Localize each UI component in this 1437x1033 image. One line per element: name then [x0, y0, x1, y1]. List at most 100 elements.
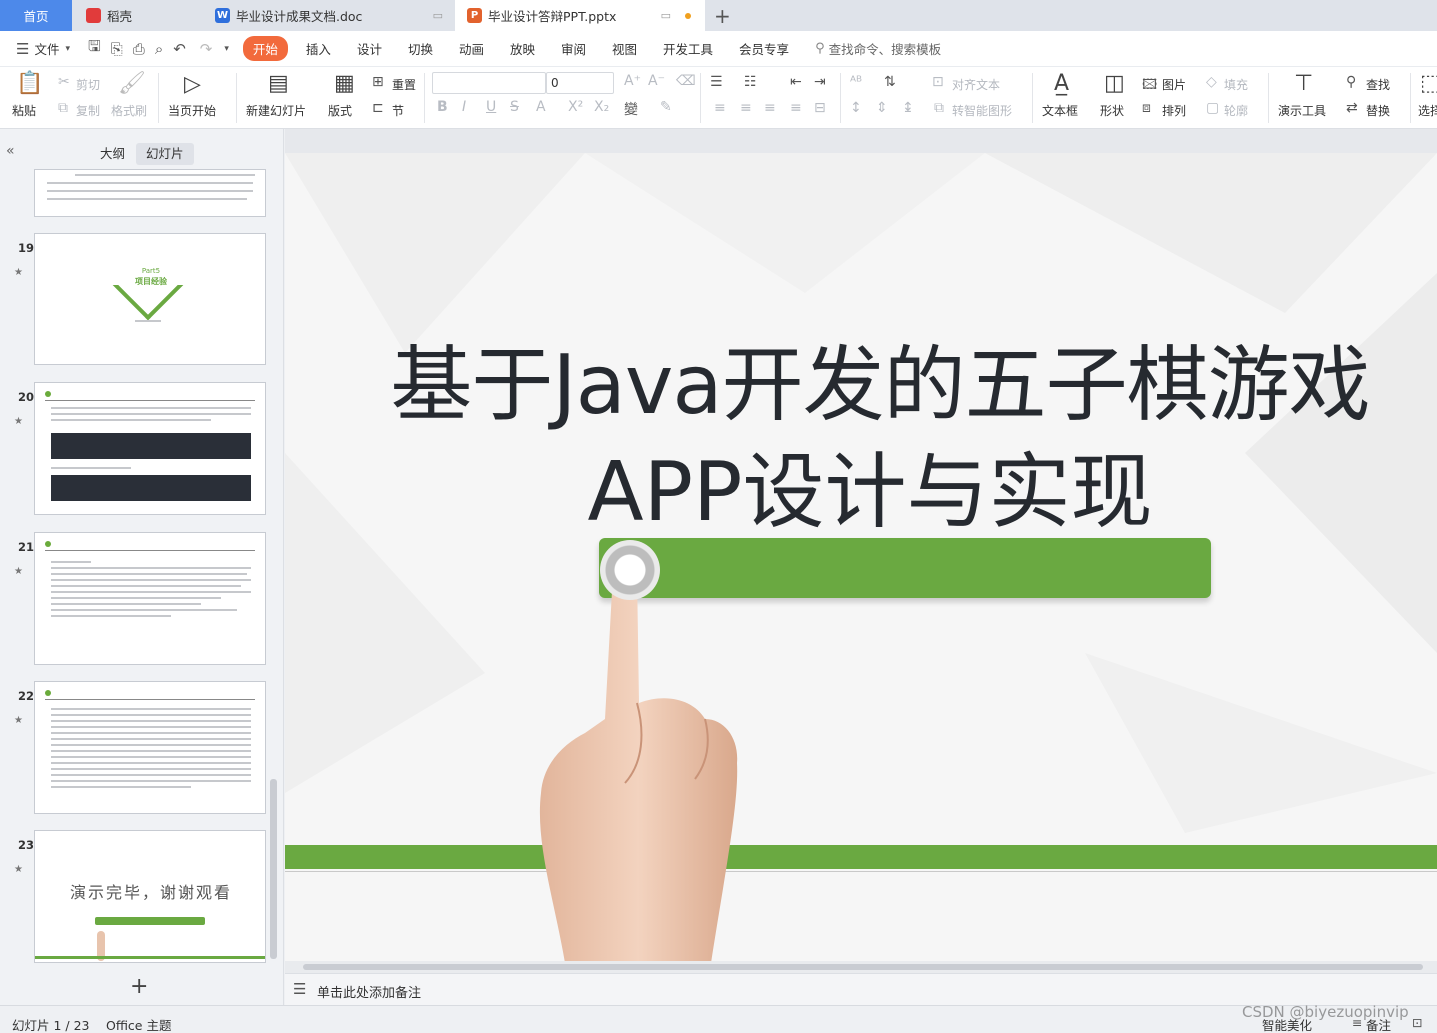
add-slide-plus-icon[interactable]: + — [130, 974, 148, 999]
bold-icon[interactable]: B — [437, 99, 448, 115]
clear-format-icon[interactable]: ⌫ — [676, 73, 696, 89]
new-slide-button[interactable]: 新建幻灯片 — [246, 102, 306, 119]
reset-button[interactable]: 重置 — [392, 76, 416, 93]
slide-title-line-1[interactable]: 基于Java开发的五子棋游戏 — [285, 318, 1437, 437]
select-button[interactable]: 选择 — [1418, 102, 1437, 119]
undo-icon[interactable]: ↶ — [173, 40, 186, 58]
font-color-icon[interactable]: A — [536, 99, 546, 115]
comment-icon[interactable]: ⊡ — [1412, 1015, 1422, 1030]
tab-outline[interactable]: 大纲 — [90, 143, 135, 165]
increase-indent-icon[interactable]: ⇥ — [814, 74, 826, 90]
shape-button[interactable]: 形状 — [1100, 102, 1124, 119]
picture-button[interactable]: 图片 — [1162, 76, 1186, 93]
underline-icon[interactable]: U — [486, 99, 496, 115]
strikethrough-icon[interactable]: S — [510, 99, 519, 115]
tab-docer[interactable]: 稻壳 — [72, 0, 202, 31]
print-preview-icon[interactable]: ⌕ — [155, 40, 163, 58]
align-center-icon[interactable]: ≡ — [740, 100, 752, 116]
align-left-icon[interactable]: ≡ — [714, 100, 726, 116]
quick-access-dropdown-icon[interactable]: ▾ — [224, 44, 229, 54]
slide-thumbnail-18[interactable] — [34, 169, 266, 217]
font-name-select[interactable] — [432, 72, 546, 94]
scrollbar-thumb[interactable] — [303, 964, 1423, 970]
sort-icon[interactable]: ⇅ — [884, 74, 896, 90]
current-slide[interactable]: 基于Java开发的五子棋游戏 APP设计与实现 — [285, 153, 1437, 961]
arrange-button[interactable]: 排列 — [1162, 102, 1186, 119]
slide-thumbnail-22[interactable] — [34, 681, 266, 814]
replace-button[interactable]: 替换 — [1366, 102, 1390, 119]
justify-icon[interactable]: ≡ — [790, 100, 802, 116]
new-tab-plus-icon[interactable]: + — [714, 4, 731, 28]
notes-pane[interactable]: ☰ 单击此处添加备注 — [285, 973, 1437, 1005]
spacing-more-icon[interactable]: ↨ — [902, 100, 914, 116]
presentation-tools-button[interactable]: 演示工具 — [1278, 102, 1326, 119]
increase-font-icon[interactable]: A⁺ — [624, 73, 641, 89]
tab-doc-window-icon[interactable]: ▭ — [433, 9, 443, 22]
menu-member[interactable]: 会员专享 — [739, 39, 789, 58]
italic-icon[interactable]: I — [462, 99, 466, 115]
find-button[interactable]: 查找 — [1366, 76, 1390, 93]
play-from-current-button[interactable]: 当页开始 — [168, 102, 216, 119]
subscript-icon[interactable]: X₂ — [594, 99, 609, 115]
file-dropdown-icon[interactable]: ▾ — [65, 44, 70, 54]
tab-doc[interactable]: W 毕业设计成果文档.doc ▭ — [203, 0, 453, 31]
export-pdf-icon[interactable]: ⎘ — [111, 40, 123, 58]
menu-slideshow[interactable]: 放映 — [510, 39, 535, 58]
menu-design[interactable]: 设计 — [357, 39, 382, 58]
phonetic-icon[interactable]: 變 — [624, 99, 638, 119]
tab-slides[interactable]: 幻灯片 — [136, 143, 194, 165]
slide-thumbnail-21[interactable] — [34, 532, 266, 665]
menu-insert[interactable]: 插入 — [306, 39, 331, 58]
menu-file[interactable]: 文件 — [34, 39, 59, 58]
horizontal-scrollbar[interactable] — [285, 961, 1437, 973]
align-text-button[interactable]: 对齐文本 — [952, 76, 1000, 93]
cut-button[interactable]: 剪切 — [76, 76, 100, 93]
command-search-input[interactable]: 查找命令、搜索模板 — [829, 39, 942, 58]
bullet-list-icon[interactable]: ☰ — [710, 74, 723, 90]
slide-thumbnail-23[interactable]: 演示完毕，谢谢观看 — [34, 830, 266, 963]
text-direction-icon[interactable]: ᴬᴮ — [850, 74, 862, 90]
hamburger-menu-icon[interactable]: ☰ — [16, 40, 29, 58]
tab-home[interactable]: 首页 — [0, 0, 72, 31]
superscript-icon[interactable]: X² — [568, 99, 583, 115]
fill-button[interactable]: 填充 — [1224, 76, 1248, 93]
numbered-list-icon[interactable]: ☷ — [744, 74, 757, 90]
outline-button[interactable]: 轮廓 — [1224, 102, 1248, 119]
menu-developer[interactable]: 开发工具 — [663, 39, 713, 58]
format-painter-button[interactable]: 格式刷 — [111, 102, 147, 119]
redo-icon[interactable]: ↷ — [200, 40, 213, 58]
theme-name[interactable]: Office 主题 — [106, 1015, 171, 1033]
collapse-panel-icon[interactable]: « — [6, 143, 15, 159]
tab-ppt-window-icon[interactable]: ▭ — [661, 9, 671, 22]
paragraph-spacing-icon[interactable]: ⇕ — [876, 100, 888, 116]
menu-transition[interactable]: 切换 — [408, 39, 433, 58]
menu-home[interactable]: 开始 — [242, 36, 288, 61]
decrease-indent-icon[interactable]: ⇤ — [790, 74, 802, 90]
menu-animation[interactable]: 动画 — [459, 39, 484, 58]
convert-smartart-button[interactable]: 转智能图形 — [952, 102, 1012, 119]
tab-ppt[interactable]: P 毕业设计答辩PPT.pptx ▭ — [455, 0, 705, 31]
copy-button[interactable]: 复制 — [76, 102, 100, 119]
distribute-icon[interactable]: ⊟ — [814, 100, 826, 116]
line-spacing-icon[interactable]: ↕ — [850, 100, 862, 116]
align-right-icon[interactable]: ≡ — [764, 100, 776, 116]
format-painter-icon: 🖌 — [118, 71, 146, 96]
slide-thumbnail-20[interactable] — [34, 382, 266, 515]
save-icon[interactable]: 🖫 — [88, 36, 101, 61]
decrease-font-icon[interactable]: A⁻ — [648, 73, 665, 89]
highlight-icon[interactable]: ✎ — [660, 99, 672, 115]
section-button[interactable]: 节 — [392, 102, 404, 119]
paste-icon[interactable]: 📋 — [16, 71, 43, 96]
panel-scrollbar[interactable] — [270, 779, 277, 959]
paste-button[interactable]: 粘贴 — [12, 102, 36, 119]
menu-review[interactable]: 审阅 — [561, 39, 586, 58]
text-line — [51, 615, 171, 617]
print-icon[interactable]: ⎙ — [133, 40, 145, 58]
notes-placeholder[interactable]: 单击此处添加备注 — [317, 982, 421, 1001]
slide-title-line-2[interactable]: APP设计与实现 — [285, 425, 1437, 544]
font-size-select[interactable]: 0 — [546, 72, 614, 94]
slide-thumbnail-19[interactable]: Part5 项目经验 — [34, 233, 266, 365]
layout-button[interactable]: 版式 — [328, 102, 352, 119]
menu-view[interactable]: 视图 — [612, 39, 637, 58]
textbox-button[interactable]: 文本框 — [1042, 102, 1078, 119]
